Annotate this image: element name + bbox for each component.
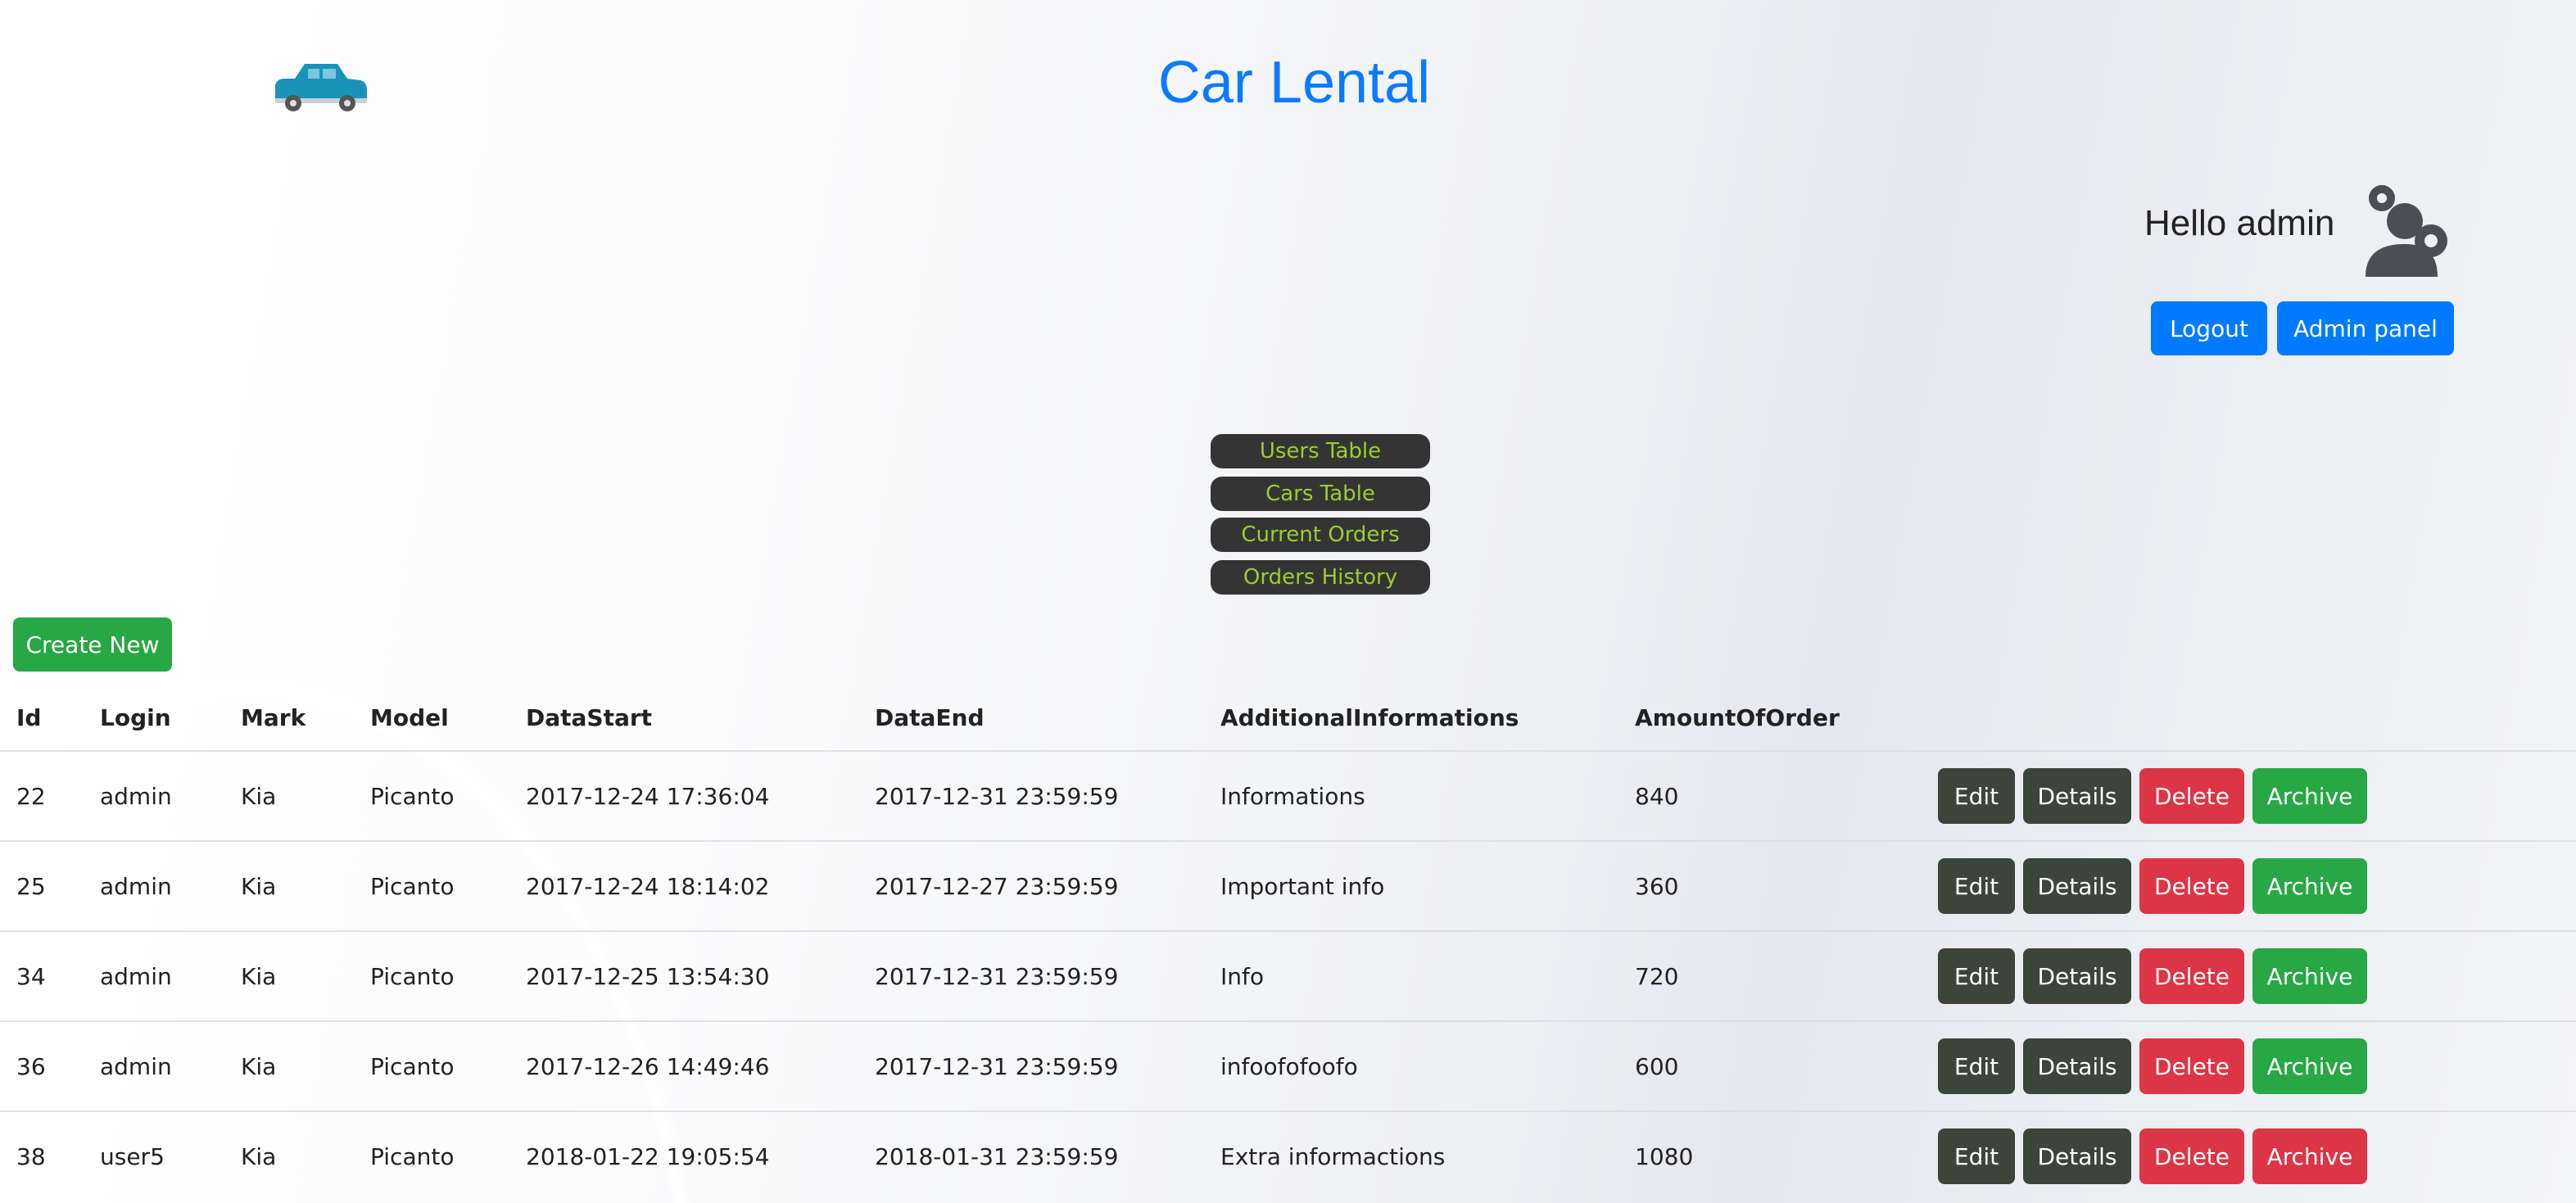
archive-button[interactable]: Archive [2252,1038,2367,1094]
cell-dataend: 2017-12-31 23:59:59 [875,1052,1119,1080]
cell-model: Picanto [370,872,455,900]
cell-login: user5 [100,1142,165,1170]
cell-model: Picanto [370,782,455,810]
delete-button[interactable]: Delete [2139,858,2244,914]
details-button[interactable]: Details [2023,1128,2131,1184]
row-actions: Edit Details Delete Archive [1938,932,2429,1020]
delete-button[interactable]: Delete [2139,1038,2244,1094]
table-header: Id Login Mark Model DataStart DataEnd Ad… [0,685,2576,750]
column-header-model: Model [370,703,449,731]
cell-additional-informations: infoofofoofo [1220,1052,1358,1080]
row-actions: Edit Details Delete Archive [1938,752,2429,840]
cell-amount-of-order: 600 [1635,1052,1679,1080]
orders-table: Id Login Mark Model DataStart DataEnd Ad… [0,685,2576,1201]
cell-amount-of-order: 840 [1635,782,1679,810]
cell-datastart: 2017-12-25 13:54:30 [526,962,770,990]
logout-button[interactable]: Logout [2151,301,2267,355]
cell-dataend: 2017-12-27 23:59:59 [875,872,1119,900]
table-row: 34 admin Kia Picanto 2017-12-25 13:54:30… [0,930,2576,1020]
column-header-mark: Mark [241,703,306,731]
cell-dataend: 2018-01-31 23:59:59 [875,1142,1119,1170]
table-body: 22 admin Kia Picanto 2017-12-24 17:36:04… [0,750,2576,1201]
admin-panel-button[interactable]: Admin panel [2277,301,2454,355]
cell-dataend: 2017-12-31 23:59:59 [875,782,1119,810]
archive-button[interactable]: Archive [2252,768,2367,824]
delete-button[interactable]: Delete [2139,768,2244,824]
cell-datastart: 2018-01-22 19:05:54 [526,1142,770,1170]
cell-additional-informations: Important info [1220,872,1385,900]
table-row: 22 admin Kia Picanto 2017-12-24 17:36:04… [0,750,2576,840]
row-actions: Edit Details Delete Archive [1938,1112,2429,1201]
archive-button[interactable]: Archive [2252,858,2367,914]
user-gear-icon [2365,185,2447,277]
cell-login: admin [100,962,172,990]
cell-additional-informations: Extra informactions [1220,1142,1446,1170]
column-header-amount-of-order: AmountOfOrder [1635,703,1840,731]
cell-mark: Kia [241,1052,277,1080]
edit-button[interactable]: Edit [1938,1038,2015,1094]
cell-amount-of-order: 1080 [1635,1142,1694,1170]
page-title: Car Lental [1157,50,1431,115]
table-row: 38 user5 Kia Picanto 2018-01-22 19:05:54… [0,1110,2576,1201]
details-button[interactable]: Details [2023,1038,2131,1094]
archive-button[interactable]: Archive [2252,948,2367,1004]
cell-model: Picanto [370,962,455,990]
page: Car Lental Hello admin Logout Admin pane… [0,0,2576,1203]
cell-mark: Kia [241,962,277,990]
cell-model: Picanto [370,1142,455,1170]
table-row: 36 admin Kia Picanto 2017-12-26 14:49:46… [0,1020,2576,1110]
column-header-additional-informations: AdditionalInformations [1220,703,1519,731]
details-button[interactable]: Details [2023,768,2131,824]
edit-button[interactable]: Edit [1938,768,2015,824]
cell-id: 36 [16,1052,46,1080]
cell-additional-informations: Informations [1220,782,1365,810]
cell-amount-of-order: 360 [1635,872,1679,900]
cell-dataend: 2017-12-31 23:59:59 [875,962,1119,990]
edit-button[interactable]: Edit [1938,858,2015,914]
cell-login: admin [100,1052,172,1080]
cell-mark: Kia [241,1142,277,1170]
create-new-button[interactable]: Create New [13,617,172,672]
greeting: Hello admin [2144,203,2335,243]
row-actions: Edit Details Delete Archive [1938,1022,2429,1110]
row-actions: Edit Details Delete Archive [1938,842,2429,930]
column-header-datastart: DataStart [526,703,653,731]
nav-cars-table[interactable]: Cars Table [1211,477,1430,511]
nav-current-orders[interactable]: Current Orders [1211,518,1430,552]
archive-button[interactable]: Archive [2252,1128,2367,1184]
edit-button[interactable]: Edit [1938,948,2015,1004]
details-button[interactable]: Details [2023,858,2131,914]
cell-login: admin [100,782,172,810]
column-header-dataend: DataEnd [875,703,985,731]
cell-datastart: 2017-12-24 18:14:02 [526,872,770,900]
cell-datastart: 2017-12-24 17:36:04 [526,782,770,810]
cell-mark: Kia [241,782,277,810]
column-header-login: Login [100,703,171,731]
nav-users-table[interactable]: Users Table [1211,434,1430,468]
table-row: 25 admin Kia Picanto 2017-12-24 18:14:02… [0,840,2576,930]
cell-amount-of-order: 720 [1635,962,1679,990]
cell-mark: Kia [241,872,277,900]
cell-id: 22 [16,782,46,810]
nav-orders-history[interactable]: Orders History [1211,560,1430,595]
cell-model: Picanto [370,1052,455,1080]
cell-login: admin [100,872,172,900]
cell-additional-informations: Info [1220,962,1264,990]
cell-id: 25 [16,872,46,900]
delete-button[interactable]: Delete [2139,948,2244,1004]
column-header-id: Id [16,703,42,731]
details-button[interactable]: Details [2023,948,2131,1004]
cell-datastart: 2017-12-26 14:49:46 [526,1052,770,1080]
delete-button[interactable]: Delete [2139,1128,2244,1184]
edit-button[interactable]: Edit [1938,1128,2015,1184]
cell-id: 34 [16,962,46,990]
cell-id: 38 [16,1142,46,1170]
